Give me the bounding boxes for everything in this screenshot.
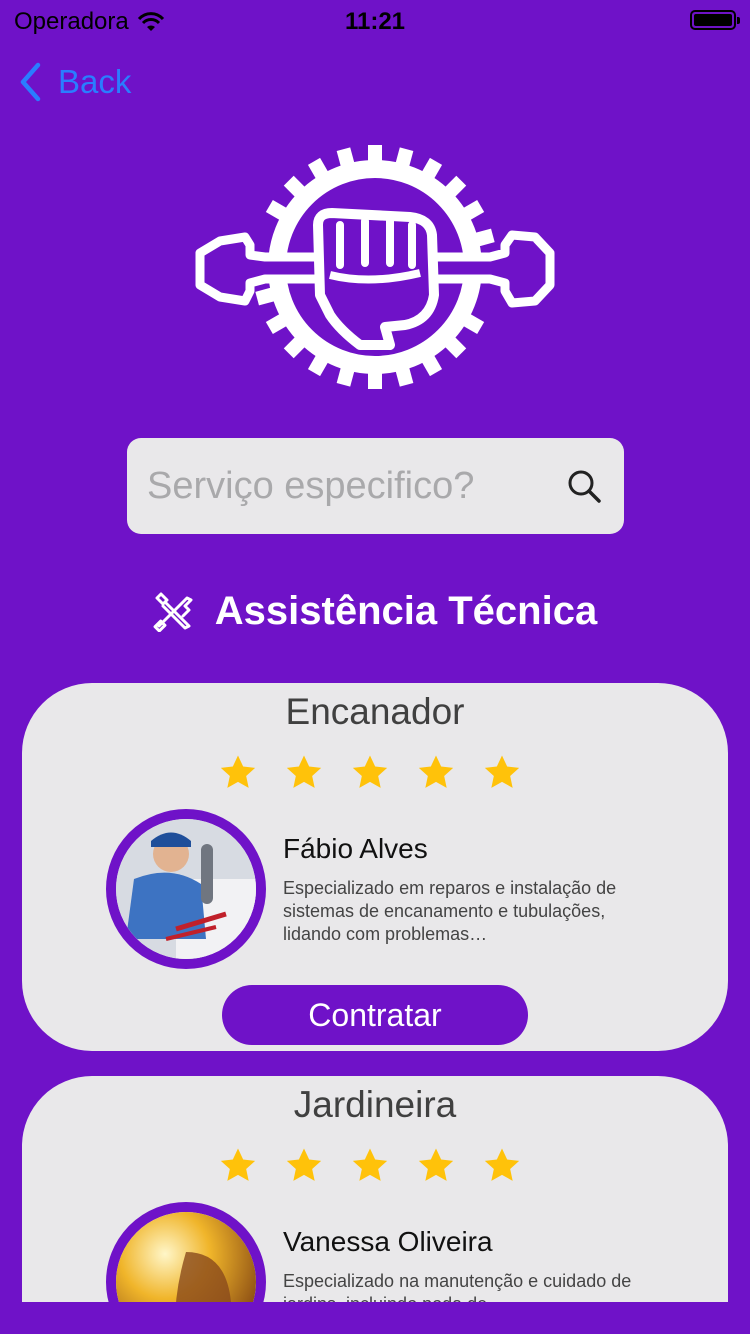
back-button[interactable]: Back	[18, 62, 131, 102]
status-time: 11:21	[344, 8, 406, 35]
star-icon	[484, 755, 520, 788]
search-icon[interactable]	[566, 468, 602, 504]
star-icon	[352, 755, 388, 788]
star-icon	[418, 755, 454, 788]
section-title: Assistência Técnica	[214, 588, 598, 633]
tools-icon	[153, 592, 193, 632]
card-category: Encanador	[285, 691, 465, 732]
rating-stars	[218, 753, 522, 793]
battery-icon	[690, 10, 740, 30]
service-card: Encanador Fábio Alves Especializado em r…	[22, 683, 728, 1051]
service-card: Jardineira Vanessa Oliveira Especializad…	[22, 1076, 728, 1334]
worker-name: Fábio Alves	[283, 833, 428, 864]
section-header: Assistência Técnica	[0, 586, 750, 636]
star-icon	[352, 1148, 388, 1181]
worker-avatar	[106, 809, 266, 969]
search-box	[127, 438, 624, 534]
back-label: Back	[58, 63, 132, 100]
hire-button[interactable]: Contratar	[222, 985, 528, 1045]
star-icon	[286, 755, 322, 788]
star-icon	[484, 1148, 520, 1181]
star-icon	[418, 1148, 454, 1181]
app-logo	[195, 145, 555, 389]
card-category: Jardineira	[293, 1084, 457, 1125]
bottom-strip	[0, 1302, 750, 1334]
star-icon	[286, 1148, 322, 1181]
worker-name: Vanessa Oliveira	[283, 1226, 493, 1257]
rating-stars	[218, 1146, 522, 1186]
search-input[interactable]	[147, 438, 547, 534]
chevron-left-icon	[20, 62, 41, 102]
star-icon	[220, 1148, 256, 1181]
status-bar: Operadora 11:21	[0, 0, 750, 40]
worker-description: Especializado em reparos e instalação de…	[283, 878, 617, 944]
star-icon	[220, 755, 256, 788]
